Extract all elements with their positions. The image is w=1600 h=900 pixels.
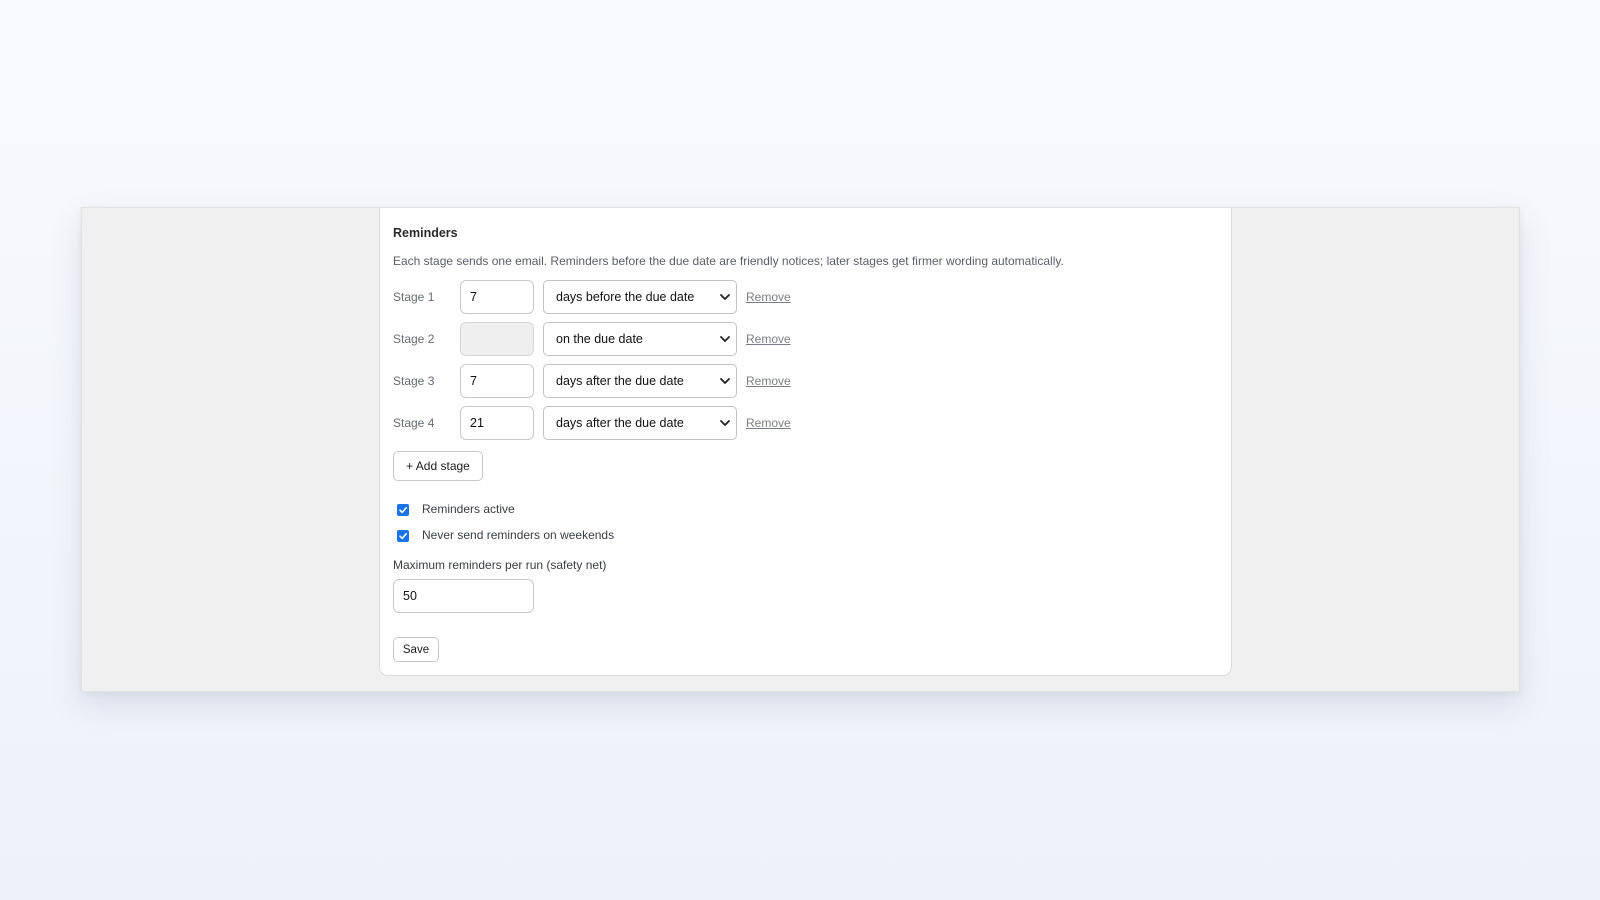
skip-weekends-checkbox[interactable] bbox=[397, 530, 409, 542]
stage-row-1: Stage 1 days before the due date Remove bbox=[393, 280, 953, 314]
stage-timing-select[interactable]: days after the due date bbox=[543, 406, 737, 440]
section-title: Reminders bbox=[393, 226, 458, 240]
stage-label: Stage 1 bbox=[393, 290, 435, 304]
save-button[interactable]: Save bbox=[393, 637, 439, 662]
chevron-down-icon bbox=[720, 336, 730, 342]
stage-row-3: Stage 3 days after the due date Remove bbox=[393, 364, 953, 398]
max-reminders-input[interactable] bbox=[393, 579, 534, 613]
chevron-down-icon bbox=[720, 378, 730, 384]
stage-timing-value: days after the due date bbox=[556, 374, 684, 388]
stage-days-input bbox=[460, 322, 534, 356]
stage-timing-value: days after the due date bbox=[556, 416, 684, 430]
remove-stage-link[interactable]: Remove bbox=[746, 416, 791, 430]
stage-timing-select[interactable]: on the due date bbox=[543, 322, 737, 356]
stage-timing-select[interactable]: days after the due date bbox=[543, 364, 737, 398]
stage-row-4: Stage 4 days after the due date Remove bbox=[393, 406, 953, 440]
add-stage-button[interactable]: + Add stage bbox=[393, 451, 483, 481]
skip-weekends-label: Never send reminders on weekends bbox=[422, 528, 615, 542]
max-reminders-label: Maximum reminders per run (safety net) bbox=[393, 558, 607, 572]
reminders-active-label: Reminders active bbox=[422, 502, 515, 516]
stage-label: Stage 3 bbox=[393, 374, 435, 388]
stage-timing-value: days before the due date bbox=[556, 290, 695, 304]
remove-stage-link[interactable]: Remove bbox=[746, 332, 791, 346]
checkmark-icon bbox=[399, 507, 407, 514]
remove-stage-link[interactable]: Remove bbox=[746, 290, 791, 304]
stage-label: Stage 4 bbox=[393, 416, 435, 430]
stage-timing-value: on the due date bbox=[556, 332, 643, 346]
stage-days-input[interactable] bbox=[460, 406, 534, 440]
chevron-down-icon bbox=[720, 294, 730, 300]
stage-days-input[interactable] bbox=[460, 280, 534, 314]
checkmark-icon bbox=[399, 533, 407, 540]
stage-label: Stage 2 bbox=[393, 332, 435, 346]
settings-panel: Reminders Each stage sends one email. Re… bbox=[81, 207, 1520, 692]
remove-stage-link[interactable]: Remove bbox=[746, 374, 791, 388]
section-description: Each stage sends one email. Reminders be… bbox=[393, 254, 1064, 268]
stage-days-input[interactable] bbox=[460, 364, 534, 398]
stage-timing-select[interactable]: days before the due date bbox=[543, 280, 737, 314]
reminders-card: Reminders Each stage sends one email. Re… bbox=[379, 208, 1232, 676]
chevron-down-icon bbox=[720, 420, 730, 426]
reminders-active-checkbox[interactable] bbox=[397, 504, 409, 516]
stage-row-2: Stage 2 on the due date Remove bbox=[393, 322, 953, 356]
